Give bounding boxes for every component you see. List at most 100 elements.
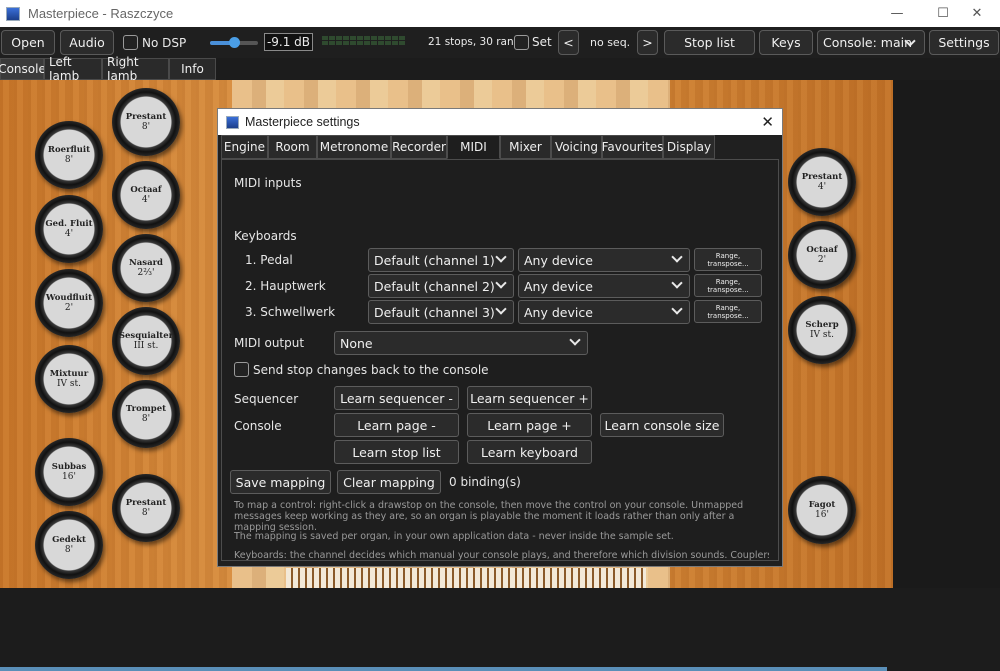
set-checkbox[interactable]	[514, 35, 529, 50]
tab-info[interactable]: Info	[169, 58, 216, 80]
tab-room[interactable]: Room	[268, 135, 317, 159]
chevron-down-icon	[671, 303, 683, 315]
tab-right-jamb[interactable]: Right Jamb	[102, 55, 169, 83]
learn-sequencer-minus-button[interactable]: Learn sequencer -	[334, 386, 459, 410]
learn-sequencer-plus-button[interactable]: Learn sequencer +	[467, 386, 592, 410]
device-select[interactable]: Any device	[518, 248, 690, 272]
tab-voicing[interactable]: Voicing	[551, 135, 602, 159]
tab-engine[interactable]: Engine	[221, 135, 268, 159]
keyboard-label: 3. Schwellwerk	[245, 305, 336, 319]
send-back-label: Send stop changes back to the console	[253, 363, 489, 377]
window-titlebar: Masterpiece - Raszczyce — ☐ ✕	[0, 0, 1000, 27]
range-transpose-button[interactable]: Range, transpose...	[694, 300, 762, 323]
drawstop[interactable]: Mixtuur IV st.	[35, 345, 103, 413]
drawstop[interactable]: Roerfluit 8'	[35, 121, 103, 189]
midi-output-select[interactable]: None	[334, 331, 588, 355]
keyboard-label: 2. Hauptwerk	[245, 279, 326, 293]
drawstop[interactable]: Sesquialter III st.	[112, 307, 180, 375]
dialog-title: Masterpiece settings	[245, 115, 360, 129]
clear-mapping-button[interactable]: Clear mapping	[337, 470, 441, 494]
tab-left-jamb[interactable]: Left Jamb	[44, 55, 102, 83]
tab-console[interactable]: Console	[0, 58, 46, 80]
settings-dialog: Masterpiece settings ✕ Engine Room Metro…	[217, 108, 783, 567]
console-select-value: Console: main	[823, 35, 913, 50]
stop-list-button[interactable]: Stop list	[664, 30, 755, 55]
minimize-icon[interactable]: —	[874, 0, 920, 27]
drawstop[interactable]: Scherp IV st.	[788, 296, 856, 364]
midi-output-label: MIDI output	[234, 336, 305, 350]
drawstop[interactable]: Prestant 8'	[112, 88, 180, 156]
send-back-checkbox[interactable]	[234, 362, 249, 377]
audio-button[interactable]: Audio	[60, 30, 114, 55]
close-icon[interactable]: ✕	[761, 113, 774, 131]
tab-recorder[interactable]: Recorder	[391, 135, 447, 159]
drawstop[interactable]: Prestant 8'	[112, 474, 180, 542]
range-transpose-button[interactable]: Range, transpose...	[694, 274, 762, 297]
keyboard-label: 1. Pedal	[245, 253, 293, 267]
next-button[interactable]: >	[637, 30, 658, 55]
save-mapping-button[interactable]: Save mapping	[230, 470, 331, 494]
keys-button[interactable]: Keys	[759, 30, 813, 55]
volume-slider[interactable]	[210, 37, 258, 48]
drawstop[interactable]: Fagot 16'	[788, 476, 856, 544]
sequence-label: no seq.	[590, 36, 631, 49]
view-tabs: Console Left Jamb Right Jamb Info	[0, 55, 216, 83]
learn-page-minus-button[interactable]: Learn page -	[334, 413, 459, 437]
help-text: To map a control: right-click a drawstop…	[234, 500, 744, 533]
device-select[interactable]: Any device	[518, 300, 690, 324]
side-panel	[893, 80, 1000, 588]
midi-inputs-heading: MIDI inputs	[234, 176, 302, 190]
main-toolbar: Open Audio No DSP -9.1 dB 21 stops, 30 r…	[0, 27, 1000, 58]
console-select[interactable]: Console: main	[817, 30, 925, 55]
app-icon	[226, 115, 239, 129]
bottom-progress-strip	[0, 667, 887, 671]
no-dsp-checkbox[interactable]	[123, 35, 138, 50]
drawstop[interactable]: Gedekt 8'	[35, 511, 103, 579]
bottom-area	[0, 588, 1000, 671]
close-icon[interactable]: ✕	[954, 0, 1000, 27]
chevron-down-icon	[495, 277, 507, 289]
range-transpose-button[interactable]: Range, transpose...	[694, 248, 762, 271]
chevron-down-icon	[495, 251, 507, 263]
console-label: Console	[234, 419, 282, 433]
drawstop[interactable]: Woudfluit 2'	[35, 269, 103, 337]
drawstop[interactable]: Ged. Fluit 4'	[35, 195, 103, 263]
midi-settings-panel: MIDI inputs Keyboards 1. Pedal Default (…	[221, 159, 779, 561]
tab-display[interactable]: Display	[663, 135, 715, 159]
drawstop[interactable]: Subbas 16'	[35, 438, 103, 506]
chevron-down-icon	[671, 277, 683, 289]
settings-button[interactable]: Settings	[929, 30, 999, 55]
tab-favourites[interactable]: Favourites	[602, 135, 663, 159]
drawstop[interactable]: Trompet 8'	[112, 380, 180, 448]
bindings-count: 0 binding(s)	[449, 475, 521, 489]
set-label: Set	[532, 35, 552, 49]
learn-console-size-button[interactable]: Learn console size	[600, 413, 724, 437]
level-meter	[322, 36, 405, 45]
tab-metronome[interactable]: Metronome	[317, 135, 391, 159]
no-dsp-label: No DSP	[142, 36, 187, 50]
tab-midi[interactable]: MIDI	[447, 135, 500, 159]
window-title: Masterpiece - Raszczyce	[28, 6, 174, 21]
app-icon	[6, 6, 20, 21]
channel-select[interactable]: Default (channel 3)	[368, 300, 514, 324]
device-select[interactable]: Any device	[518, 274, 690, 298]
learn-keyboard-button[interactable]: Learn keyboard	[467, 440, 592, 464]
drawstop[interactable]: Nasard 2⅔'	[112, 234, 180, 302]
prev-button[interactable]: <	[558, 30, 579, 55]
tab-mixer[interactable]: Mixer	[500, 135, 551, 159]
dialog-titlebar: Masterpiece settings ✕	[218, 109, 782, 135]
chevron-down-icon	[569, 334, 581, 346]
open-button[interactable]: Open	[1, 30, 55, 55]
keyboards-heading: Keyboards	[234, 229, 297, 243]
sequencer-label: Sequencer	[234, 392, 299, 406]
chevron-down-icon	[495, 303, 507, 315]
volume-slider-handle[interactable]	[229, 37, 240, 48]
organ-pipes	[286, 568, 646, 588]
learn-stop-list-button[interactable]: Learn stop list	[334, 440, 459, 464]
learn-page-plus-button[interactable]: Learn page +	[467, 413, 592, 437]
channel-select[interactable]: Default (channel 2)	[368, 274, 514, 298]
drawstop[interactable]: Octaaf 4'	[112, 161, 180, 229]
drawstop[interactable]: Prestant 4'	[788, 148, 856, 216]
channel-select[interactable]: Default (channel 1)	[368, 248, 514, 272]
drawstop[interactable]: Octaaf 2'	[788, 221, 856, 289]
